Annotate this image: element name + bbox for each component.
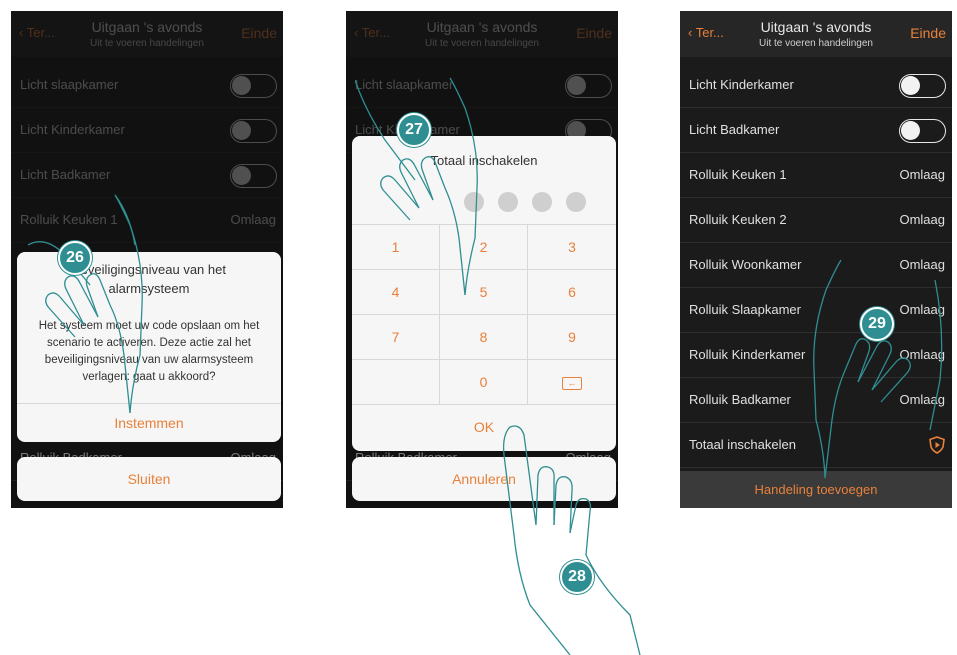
step-badge: 27 <box>397 113 431 147</box>
pin-dot <box>532 192 552 212</box>
row-label: Totaal inschakelen <box>689 437 796 452</box>
toggle-knob <box>901 121 920 140</box>
row-value: Omlaag <box>899 392 945 407</box>
list-item[interactable]: Totaal inschakelen <box>680 423 952 468</box>
row-label: Rolluik Kinderkamer <box>689 347 806 362</box>
step-badge: 26 <box>58 241 92 275</box>
agree-button[interactable]: Instemmen <box>17 403 281 442</box>
row-label: Rolluik Woonkamer <box>689 257 802 272</box>
list-item: Licht Badkamer <box>680 108 952 153</box>
dialog-message: Het systeem moet uw code opslaan om het … <box>38 320 260 383</box>
row-value: Omlaag <box>899 347 945 362</box>
row-label: Rolluik Keuken 1 <box>689 167 787 182</box>
list-item[interactable]: Rolluik Keuken 1 Omlaag <box>680 153 952 198</box>
row-value: Omlaag <box>899 212 945 227</box>
backspace-key[interactable]: ← <box>528 360 616 405</box>
row-value: Omlaag <box>899 257 945 272</box>
numeric-keypad: 1 2 3 4 5 6 7 8 9 0 ← <box>352 224 616 405</box>
phone-screen-2: ‹ Ter... Uitgaan 's avonds Uit te voeren… <box>346 11 618 508</box>
row-label: Rolluik Slaapkamer <box>689 302 801 317</box>
row-label: Rolluik Badkamer <box>689 392 791 407</box>
alarm-shield-icon <box>929 436 945 454</box>
alert-dialog: Beveiligingsniveau van het alarmsysteem … <box>17 252 281 442</box>
list-item[interactable]: Rolluik Kinderkamer Omlaag <box>680 333 952 378</box>
dialog-title: Totaal inschakelen <box>430 153 538 168</box>
row-label: Licht Badkamer <box>689 122 780 137</box>
close-button[interactable]: Sluiten <box>17 457 281 501</box>
pin-dot <box>498 192 518 212</box>
actions-list: Licht Kinderkamer Licht Badkamer Rolluik… <box>680 63 952 468</box>
list-item[interactable]: Rolluik Slaapkamer Omlaag <box>680 288 952 333</box>
key-3[interactable]: 3 <box>528 225 616 270</box>
phone-screen-1: ‹ Ter... Uitgaan 's avonds Uit te voeren… <box>11 11 283 508</box>
key-8[interactable]: 8 <box>440 315 528 360</box>
pin-dot <box>566 192 586 212</box>
key-9[interactable]: 9 <box>528 315 616 360</box>
backspace-icon: ← <box>562 376 582 390</box>
phone-screen-3: ‹ Ter... Uitgaan 's avonds Uit te voeren… <box>680 11 952 508</box>
key-empty <box>352 360 440 405</box>
list-item[interactable]: Rolluik Keuken 2 Omlaag <box>680 198 952 243</box>
key-0[interactable]: 0 <box>440 360 528 405</box>
row-value: Omlaag <box>899 167 945 182</box>
list-item: Licht Kinderkamer <box>680 63 952 108</box>
toggle-switch[interactable] <box>899 74 946 98</box>
step-badge: 28 <box>560 560 594 594</box>
row-value: Omlaag <box>899 302 945 317</box>
key-4[interactable]: 4 <box>352 270 440 315</box>
key-5[interactable]: 5 <box>440 270 528 315</box>
key-1[interactable]: 1 <box>352 225 440 270</box>
toggle-switch[interactable] <box>899 119 946 143</box>
row-label: Licht Kinderkamer <box>689 77 794 92</box>
done-button[interactable]: Einde <box>910 25 946 41</box>
pin-dialog: Totaal inschakelen 1 2 3 4 5 6 7 8 9 0 ←… <box>352 136 616 451</box>
add-action-button[interactable]: Handeling toevoegen <box>680 471 952 508</box>
key-7[interactable]: 7 <box>352 315 440 360</box>
row-label: Rolluik Keuken 2 <box>689 212 787 227</box>
pin-dot <box>464 192 484 212</box>
header: ‹ Ter... Uitgaan 's avonds Uit te voeren… <box>680 11 952 57</box>
list-item[interactable]: Rolluik Woonkamer Omlaag <box>680 243 952 288</box>
toggle-knob <box>901 76 920 95</box>
ok-button[interactable]: OK <box>352 404 616 451</box>
key-2[interactable]: 2 <box>440 225 528 270</box>
key-6[interactable]: 6 <box>528 270 616 315</box>
cancel-button[interactable]: Annuleren <box>352 457 616 501</box>
list-item[interactable]: Rolluik Badkamer Omlaag <box>680 378 952 423</box>
step-badge: 29 <box>860 307 894 341</box>
